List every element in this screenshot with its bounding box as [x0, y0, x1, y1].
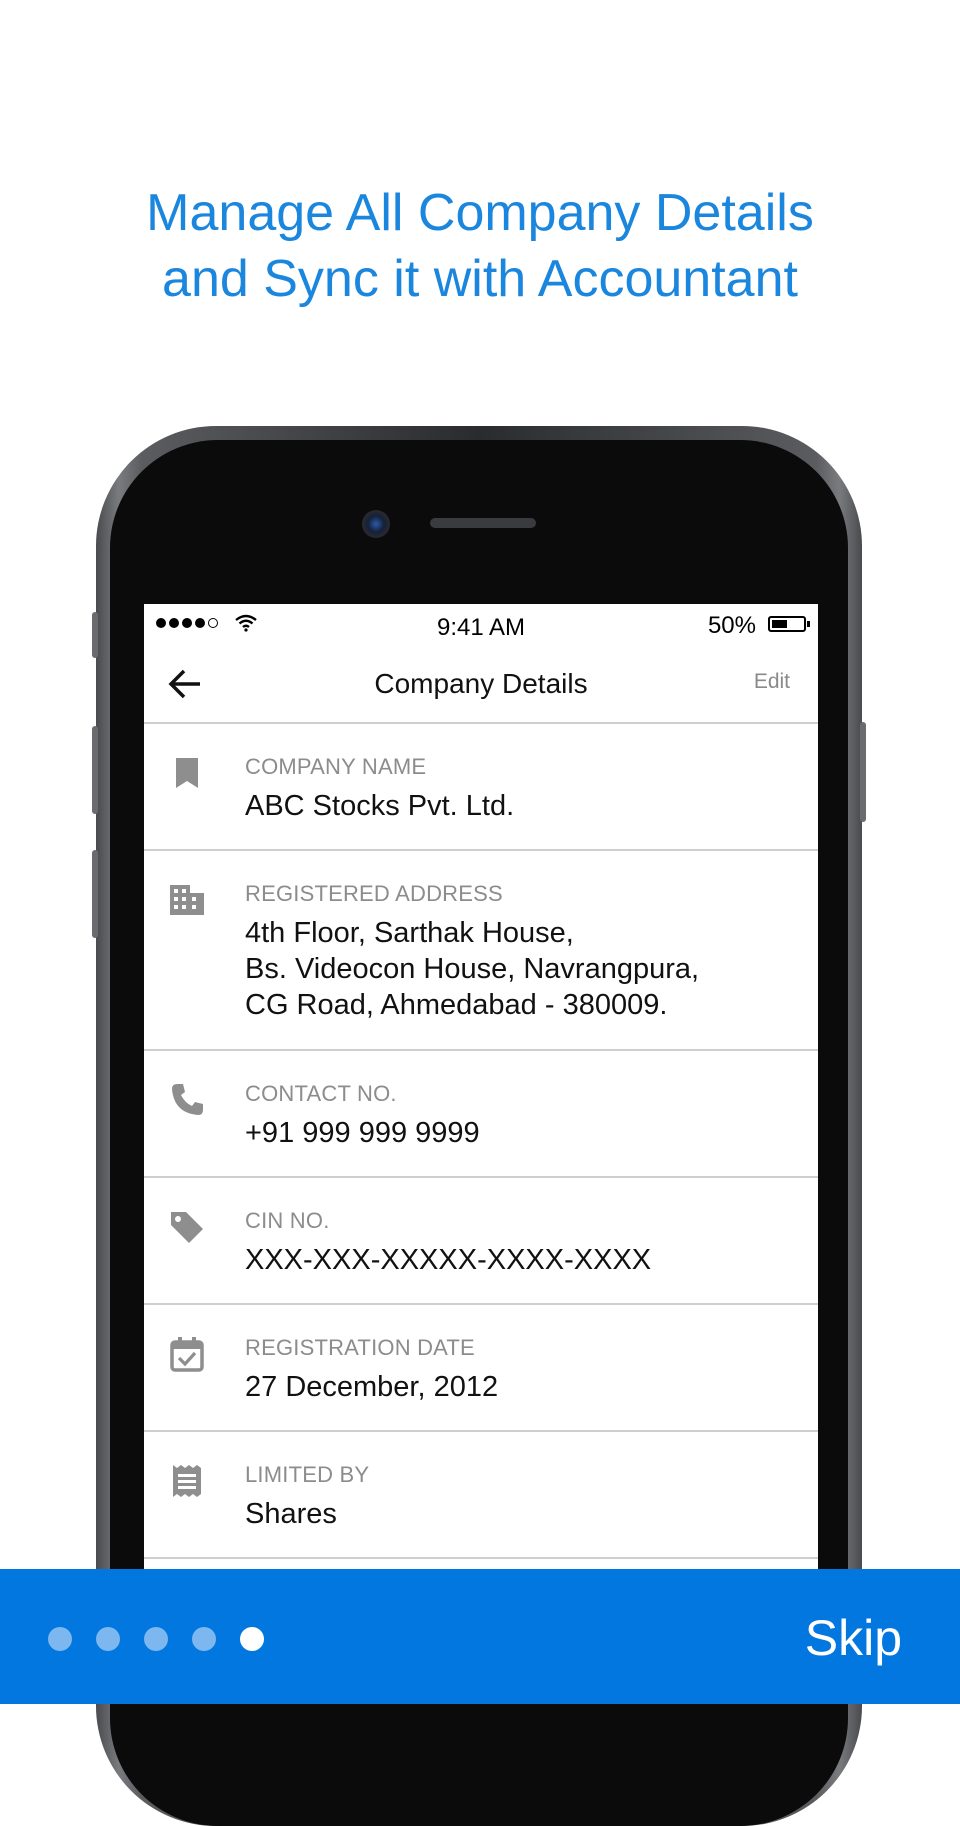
status-bar: 9:41 AM 50% — [144, 604, 818, 644]
edit-button[interactable]: Edit — [754, 670, 790, 694]
detail-value: XXX-XXX-XXXXX-XXXX-XXXX — [245, 1242, 651, 1278]
detail-label: LIMITED BY — [245, 1462, 370, 1487]
phone-icon — [172, 1084, 203, 1115]
headline-line-1: Manage All Company Details — [146, 184, 814, 242]
detail-label: REGISTRATION DATE — [245, 1335, 475, 1360]
page-dot[interactable] — [96, 1627, 120, 1651]
detail-row-cin-no[interactable]: CIN NO. XXX-XXX-XXXXX-XXXX-XXXX — [144, 1178, 818, 1305]
page-dot[interactable] — [144, 1627, 168, 1651]
detail-value: Shares — [245, 1496, 337, 1532]
phone-mute-switch — [92, 612, 98, 658]
phone-screen: 9:41 AM 50% Company Details Edit COMPANY… — [144, 604, 818, 1704]
page-dot-active[interactable] — [240, 1627, 264, 1651]
navigation-bar: Company Details Edit — [144, 644, 818, 724]
phone-volume-up — [92, 726, 98, 814]
bookmark-icon — [176, 758, 198, 788]
detail-row-registered-address[interactable]: REGISTERED ADDRESS 4th Floor, Sarthak Ho… — [144, 851, 818, 1051]
onboarding-headline: Manage All Company Details and Sync it w… — [0, 180, 960, 312]
detail-value-line: Bs. Videocon House, Navrangpura, — [245, 953, 700, 985]
detail-label: CIN NO. — [245, 1208, 330, 1233]
detail-value: ABC Stocks Pvt. Ltd. — [245, 788, 514, 824]
receipt-icon — [173, 1465, 201, 1497]
detail-value-line: ABC Stocks Pvt. Ltd. — [245, 790, 515, 822]
phone-speaker — [430, 518, 536, 528]
detail-value-line: CG Road, Ahmedabad - 380009. — [245, 989, 668, 1021]
skip-button[interactable]: Skip — [805, 1609, 902, 1667]
detail-value: +91 999 999 9999 — [245, 1115, 480, 1151]
detail-label: COMPANY NAME — [245, 754, 427, 779]
page-indicator — [48, 1627, 264, 1651]
battery-icon — [768, 616, 810, 632]
detail-row-company-name[interactable]: COMPANY NAME ABC Stocks Pvt. Ltd. — [144, 724, 818, 851]
tag-icon — [171, 1212, 203, 1243]
detail-value: 4th Floor, Sarthak House, Bs. Videocon H… — [245, 915, 699, 1023]
detail-label: CONTACT NO. — [245, 1081, 397, 1106]
detail-value-line: XXX-XXX-XXXXX-XXXX-XXXX — [245, 1244, 652, 1276]
phone-camera — [362, 510, 390, 538]
headline-line-2: and Sync it with Accountant — [162, 250, 798, 308]
detail-row-registration-date[interactable]: REGISTRATION DATE 27 December, 2012 — [144, 1305, 818, 1432]
page-dot[interactable] — [48, 1627, 72, 1651]
calendar-check-icon — [170, 1337, 204, 1372]
detail-value-line: 4th Floor, Sarthak House, — [245, 917, 574, 949]
onboarding-bottom-bar: Skip — [0, 1569, 960, 1704]
battery-percentage: 50% — [707, 612, 756, 639]
page-dot[interactable] — [192, 1627, 216, 1651]
phone-volume-down — [92, 850, 98, 938]
details-list: COMPANY NAME ABC Stocks Pvt. Ltd. REGIST… — [144, 724, 818, 1559]
phone-power-button — [860, 722, 866, 822]
page-title: Company Details — [374, 668, 588, 699]
detail-value-line: +91 999 999 9999 — [245, 1117, 480, 1149]
detail-row-contact-no[interactable]: CONTACT NO. +91 999 999 9999 — [144, 1051, 818, 1178]
detail-row-limited-by[interactable]: LIMITED BY Shares — [144, 1432, 818, 1559]
detail-value: 27 December, 2012 — [245, 1369, 498, 1405]
building-icon — [170, 885, 204, 915]
detail-value-line: Shares — [245, 1498, 337, 1530]
detail-label: REGISTERED ADDRESS — [245, 881, 503, 906]
detail-value-line: 27 December, 2012 — [245, 1371, 499, 1403]
